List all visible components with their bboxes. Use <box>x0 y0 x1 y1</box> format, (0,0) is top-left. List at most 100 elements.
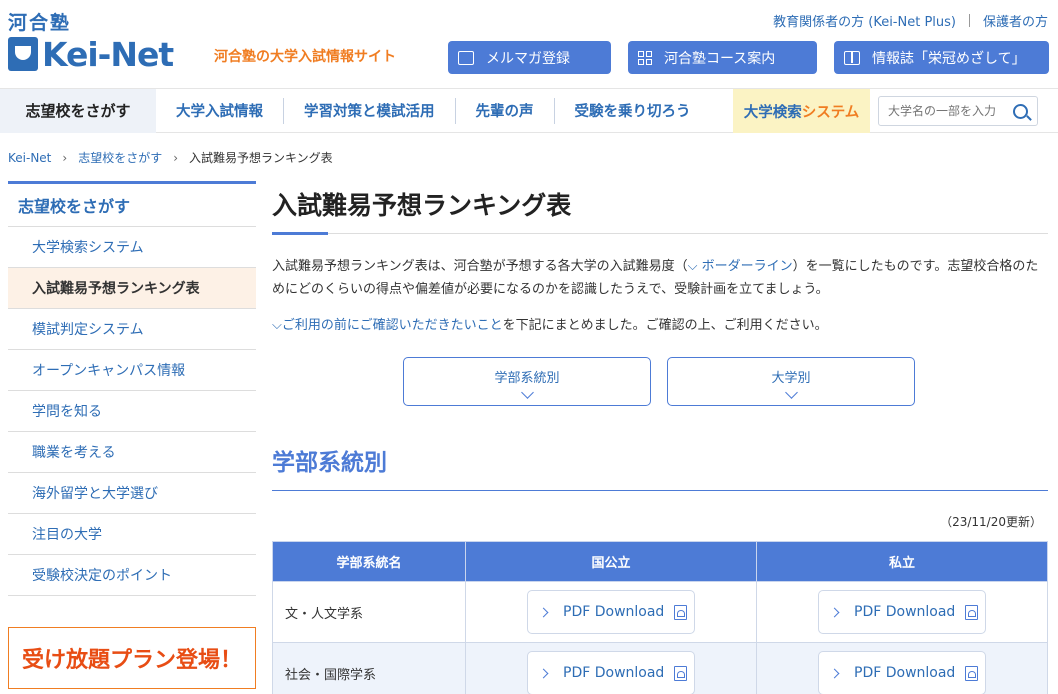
search-system-label-1: 大学検索 <box>743 104 802 121</box>
parents-link[interactable]: 保護者の方 <box>983 11 1048 30</box>
mail-icon <box>458 50 474 65</box>
main-content: 入試難易予想ランキング表 入試難易予想ランキング表は、河合塾が予想する各大学の入… <box>272 175 1048 694</box>
borderline-link[interactable]: ⌵ ボーダーライン <box>688 259 793 274</box>
sidebar-item-ranking-table[interactable]: 入試難易予想ランキング表 <box>8 268 256 309</box>
keinet-logo-text: Kei-Net <box>42 34 174 74</box>
breadcrumb-find-school[interactable]: 志望校をさがす <box>78 149 162 166</box>
chevron-right-icon: › <box>62 150 68 165</box>
pdf-icon <box>674 665 688 681</box>
site-header: 河合塾 Kei-Net 河合塾の大学入試情報サイト 教育関係者の方 (Kei-N… <box>0 0 1058 88</box>
public-cell: PDF Download <box>465 642 757 694</box>
kawaijuku-logo[interactable]: 河合塾 <box>8 8 71 35</box>
pdf-icon <box>674 604 688 620</box>
magazine-label: 情報誌「栄冠めざして」 <box>872 50 1026 67</box>
borderline-link-label: ボーダーライン <box>701 259 793 274</box>
pdf-icon <box>965 604 979 620</box>
column-header-public: 国公立 <box>465 541 757 582</box>
sidebar-item-mock-judgment[interactable]: 模試判定システム <box>8 309 256 350</box>
chevron-right-icon <box>829 607 840 617</box>
sidebar-item-open-campus[interactable]: オープンキャンパス情報 <box>8 350 256 391</box>
header-buttons: メルマガ登録 河合塾コース案内 情報誌「栄冠めざして」 <box>448 41 1058 74</box>
pdf-download-button[interactable]: PDF Download <box>527 651 695 694</box>
search-system-label-2: システム <box>801 104 860 121</box>
nav-item-senpai-voices[interactable]: 先輩の声 <box>454 97 554 124</box>
chevron-down-icon <box>784 385 798 399</box>
nav-item-get-through[interactable]: 受験を乗り切ろう <box>553 97 711 124</box>
newsletter-label: メルマガ登録 <box>486 50 570 67</box>
divider <box>968 14 970 27</box>
private-cell: PDF Download <box>756 642 1048 694</box>
public-cell: PDF Download <box>465 581 757 643</box>
intro-part-1: 入試難易予想ランキング表は、河合塾が予想する各大学の入試難易度（ <box>272 259 688 274</box>
global-nav: 志望校をさがす 大学入試情報 学習対策と模試活用 先輩の声 受験を乗り切ろう 大… <box>0 88 1058 133</box>
usage-note-link-label: ご利用の前にご確認いただきたいこと <box>281 318 503 333</box>
faculty-name: 文・人文学系 <box>272 581 466 643</box>
pdf-download-label: PDF Download <box>563 604 665 620</box>
book-icon <box>844 50 860 65</box>
usage-note: ⌵ご利用の前にご確認いただきたいことを下記にまとめました。ご確認の上、ご利用くだ… <box>272 314 828 333</box>
pdf-download-button[interactable]: PDF Download <box>527 590 695 634</box>
usage-note-link[interactable]: ⌵ご利用の前にご確認いただきたいこと <box>272 318 503 333</box>
table-row: 社会・国際学系 PDF Download PDF Download <box>272 642 1048 694</box>
university-search-input[interactable] <box>879 98 1007 124</box>
page-title: 入試難易予想ランキング表 <box>272 191 572 220</box>
magazine-button[interactable]: 情報誌「栄冠めざして」 <box>834 41 1049 74</box>
usage-note-rest: を下記にまとめました。ご確認の上、ご利用ください。 <box>502 318 828 333</box>
sidebar-item-university-search[interactable]: 大学検索システム <box>8 227 256 268</box>
title-divider <box>272 232 1048 235</box>
section-title: 学部系統別 <box>272 450 387 476</box>
breadcrumb: Kei-Net › 志望校をさがす › 入試難易予想ランキング表 <box>8 149 333 166</box>
book-logo-icon <box>8 37 38 71</box>
newsletter-button[interactable]: メルマガ登録 <box>448 41 611 74</box>
sidebar-item-decision-points[interactable]: 受験校決定のポイント <box>8 555 256 596</box>
table-row: 文・人文学系 PDF Download PDF Download <box>272 581 1048 643</box>
jump-by-university-button[interactable]: 大学別 <box>667 357 915 406</box>
pdf-download-label: PDF Download <box>854 604 956 620</box>
column-header-faculty: 学部系統名 <box>272 541 466 582</box>
breadcrumb-home[interactable]: Kei-Net <box>8 151 51 165</box>
jump-by-faculty-button[interactable]: 学部系統別 <box>403 357 651 406</box>
sidebar-item-learn-fields[interactable]: 学問を知る <box>8 391 256 432</box>
chevron-right-icon: › <box>173 150 179 165</box>
nav-item-study-measures[interactable]: 学習対策と模試活用 <box>283 97 455 124</box>
promo-banner[interactable]: 受け放題プラン登場！ <box>8 627 256 689</box>
top-links: 教育関係者の方 (Kei-Net Plus) 保護者の方 <box>773 11 1048 30</box>
course-guide-label: 河合塾コース案内 <box>664 50 776 67</box>
faculty-name: 社会・国際学系 <box>272 642 466 694</box>
keinet-logo[interactable]: Kei-Net <box>8 34 174 74</box>
pdf-download-button[interactable]: PDF Download <box>818 651 986 694</box>
jump-by-faculty-label: 学部系統別 <box>494 370 560 386</box>
chevron-down-icon <box>520 385 534 399</box>
grid-icon <box>638 50 652 65</box>
educators-link[interactable]: 教育関係者の方 (Kei-Net Plus) <box>773 11 956 30</box>
updated-date: （23/11/20更新） <box>940 515 1042 529</box>
chevron-right-icon <box>538 668 549 678</box>
table-header-row: 学部系統名 国公立 私立 <box>272 541 1048 582</box>
chevron-right-icon <box>538 607 549 617</box>
pdf-download-button[interactable]: PDF Download <box>818 590 986 634</box>
sidebar-item-careers[interactable]: 職業を考える <box>8 432 256 473</box>
column-header-private: 私立 <box>756 541 1048 582</box>
sidebar: 志望校をさがす 大学検索システム 入試難易予想ランキング表 模試判定システム オ… <box>8 181 256 596</box>
section-divider <box>272 490 1048 491</box>
sidebar-item-featured[interactable]: 注目の大学 <box>8 514 256 555</box>
nav-item-exam-info[interactable]: 大学入試情報 <box>156 98 283 124</box>
jump-buttons: 学部系統別 大学別 <box>403 357 931 406</box>
jump-by-university-label: 大学別 <box>771 370 811 386</box>
pdf-download-label: PDF Download <box>854 665 956 681</box>
university-search-box <box>878 96 1038 126</box>
search-icon[interactable] <box>1013 103 1028 119</box>
nav-item-find-school[interactable]: 志望校をさがす <box>0 88 156 133</box>
course-guide-button[interactable]: 河合塾コース案内 <box>628 41 817 74</box>
nav-university-search-system[interactable]: 大学検索 システム <box>733 89 870 133</box>
ranking-table: 学部系統名 国公立 私立 文・人文学系 PDF Download PDF Dow… <box>272 541 1048 694</box>
sidebar-heading[interactable]: 志望校をさがす <box>8 181 256 227</box>
site-tagline: 河合塾の大学入試情報サイト <box>214 49 396 65</box>
pdf-download-label: PDF Download <box>563 665 665 681</box>
breadcrumb-current: 入試難易予想ランキング表 <box>189 151 333 165</box>
pdf-icon <box>965 665 979 681</box>
intro-text: 入試難易予想ランキング表は、河合塾が予想する各大学の入試難易度（⌵ ボーダーライ… <box>272 255 1048 301</box>
private-cell: PDF Download <box>756 581 1048 643</box>
chevron-right-icon <box>829 668 840 678</box>
sidebar-item-study-abroad[interactable]: 海外留学と大学選び <box>8 473 256 514</box>
